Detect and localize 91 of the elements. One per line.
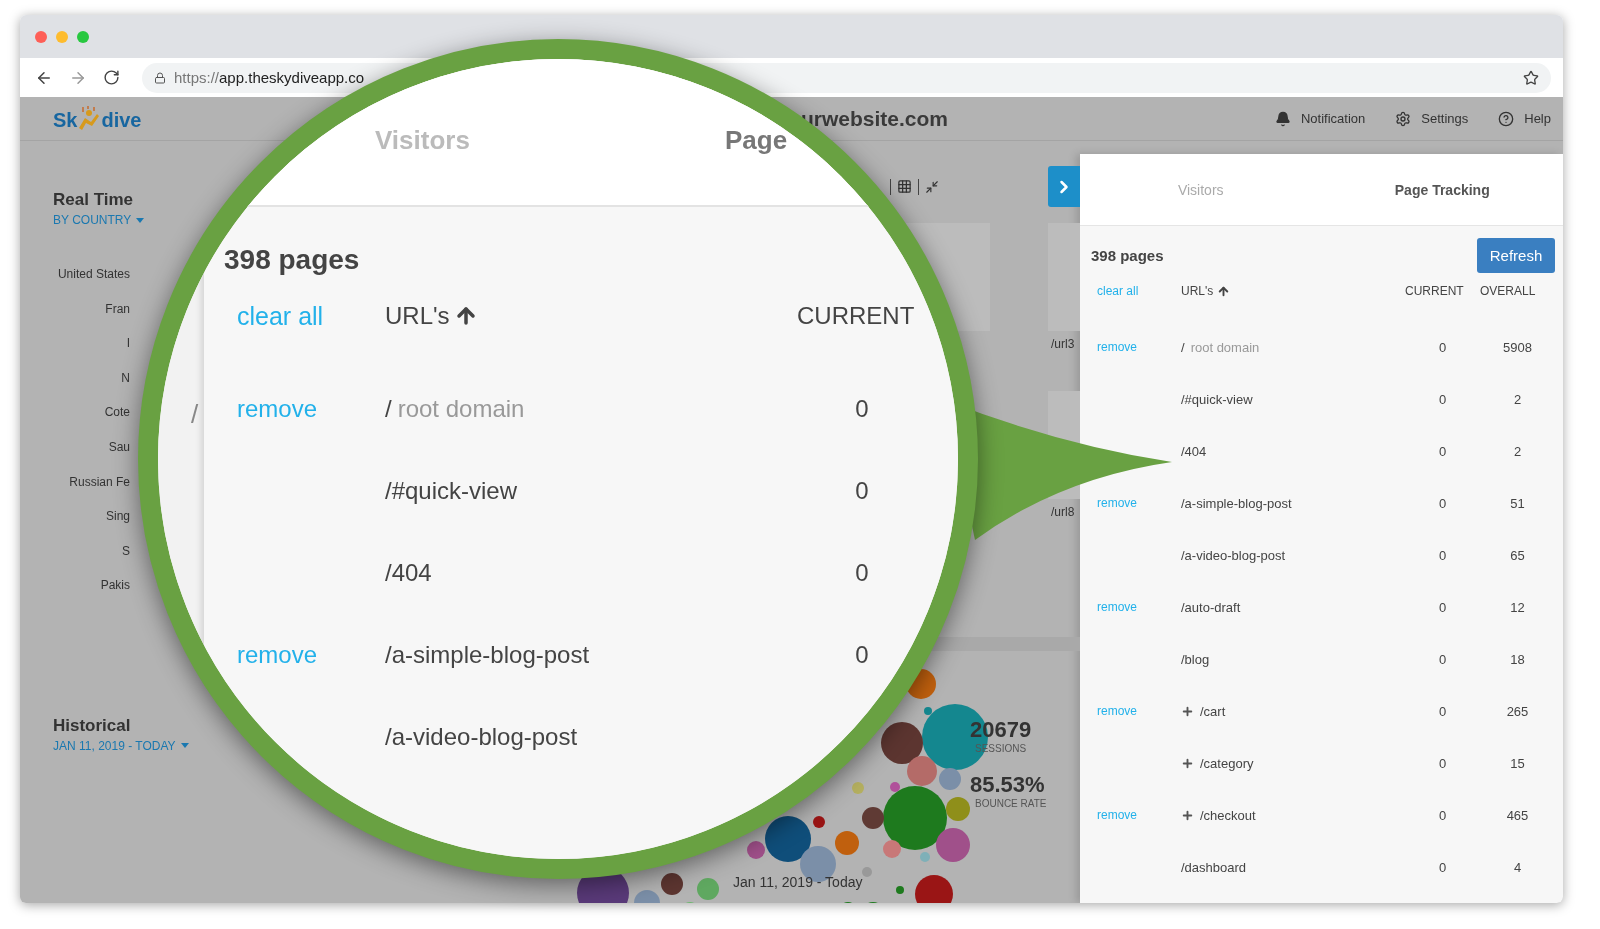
- overall-count: 2: [1512, 391, 1523, 407]
- url-text: /404: [1181, 443, 1207, 459]
- current-count: 0: [854, 477, 870, 505]
- url-note: root domain: [1190, 339, 1260, 355]
- url-text: /404: [385, 559, 432, 587]
- remove-link[interactable]: remove: [1097, 340, 1137, 354]
- url-text: /checkout: [1200, 807, 1256, 823]
- current-count: 0: [854, 395, 870, 423]
- overall-count: 18: [1509, 651, 1526, 667]
- column-header: OVERALL: [1480, 284, 1537, 298]
- current-count: 0: [854, 641, 870, 669]
- remove-link[interactable]: remove: [1097, 704, 1137, 718]
- page-count: 398 pages: [1091, 247, 1164, 264]
- nav-link[interactable]: Notification: [1274, 110, 1366, 127]
- column-header[interactable]: URL's: [385, 302, 797, 330]
- overall-count: 465: [1505, 807, 1530, 823]
- url-text: /category: [1200, 755, 1254, 771]
- url-text: /#quick-view: [385, 477, 518, 505]
- url-note: root domain: [397, 395, 525, 423]
- url-text: /: [385, 395, 392, 423]
- overall-count: 65: [1509, 547, 1526, 563]
- panel-tab[interactable]: Page Tracking: [1394, 175, 1490, 204]
- column-header[interactable]: URL's: [1181, 284, 1405, 298]
- url-text: /dashboard: [1181, 859, 1247, 875]
- page-count: 398 pages: [224, 244, 361, 276]
- country-label: Russian Fe: [68, 473, 130, 491]
- url-text: /a-video-blog-post: [385, 723, 578, 751]
- current-count: 0: [1437, 547, 1448, 563]
- url-caption: /url3: [1051, 337, 1076, 351]
- clear-all-link[interactable]: clear all: [1097, 284, 1139, 298]
- remove-link[interactable]: remove: [237, 395, 318, 423]
- overall-count: 15: [1509, 755, 1526, 771]
- url-text: /a-simple-blog-post: [385, 641, 590, 669]
- date-range-dropdown[interactable]: JAN 11, 2019 - TODAY: [53, 738, 189, 753]
- current-count: 0: [1437, 391, 1448, 407]
- url-caption: /url8: [1051, 505, 1076, 519]
- url-text: /blog: [1181, 651, 1210, 667]
- logo-text: Sk: [53, 108, 78, 132]
- country-label: I: [125, 335, 130, 353]
- url-text: /a-video-blog-post: [1181, 547, 1286, 563]
- site-title: urwebsite.com: [801, 106, 949, 131]
- chart-date-range: Jan 11, 2019 - Today: [733, 874, 863, 890]
- url-text: /auto-draft: [1181, 599, 1241, 615]
- url-text: /cart: [1200, 703, 1226, 719]
- filter-dropdown[interactable]: BY COUNTRY: [53, 213, 145, 227]
- overall-count: 4: [1512, 859, 1523, 875]
- clear-all-link[interactable]: clear all: [237, 301, 324, 331]
- url-fragment: /: [191, 399, 200, 430]
- overall-count: 12: [1509, 599, 1526, 615]
- column-header: CURRENT: [1405, 284, 1465, 298]
- current-count: 0: [1437, 495, 1448, 511]
- country-label: Fran: [104, 300, 130, 318]
- country-label: Sing: [104, 508, 130, 526]
- nav-link[interactable]: Help: [1498, 110, 1551, 127]
- panel-tab[interactable]: Visitors: [375, 125, 470, 156]
- overall-count: 5908: [1502, 339, 1533, 355]
- overall-count: 2: [1512, 443, 1523, 459]
- url-text: /: [1181, 339, 1185, 355]
- country-label: N: [120, 369, 130, 387]
- remove-link[interactable]: remove: [1097, 808, 1137, 822]
- country-label: S: [121, 542, 130, 560]
- country-label: Sau: [107, 438, 130, 456]
- overall-count: 265: [1505, 703, 1530, 719]
- section-title: Historical: [53, 715, 132, 736]
- remove-link[interactable]: remove: [237, 641, 318, 669]
- remove-link[interactable]: remove: [1097, 496, 1137, 510]
- country-label: United States: [56, 266, 130, 283]
- stat-label: BOUNCE RATE: [975, 798, 1047, 809]
- country-label: Cote: [103, 404, 130, 422]
- current-count: 0: [1437, 859, 1448, 875]
- overall-count: 51: [1509, 495, 1526, 511]
- nav-link[interactable]: Settings: [1395, 110, 1469, 127]
- current-count: 0: [1437, 807, 1448, 823]
- current-count: 0: [1437, 651, 1448, 667]
- url-text: /#quick-view: [1181, 391, 1253, 407]
- section-title: Real Time: [53, 190, 134, 210]
- country-label: Pakis: [99, 577, 130, 595]
- column-header: CURRENT: [797, 302, 916, 330]
- current-count: 0: [1437, 703, 1448, 719]
- current-count: 0: [854, 559, 870, 587]
- current-count: 0: [1437, 339, 1448, 355]
- current-count: 0: [1437, 599, 1448, 615]
- remove-link[interactable]: remove: [1097, 600, 1137, 614]
- url-text: /a-simple-blog-post: [1181, 495, 1292, 511]
- current-count: 0: [1437, 443, 1448, 459]
- panel-tab[interactable]: Page: [725, 125, 788, 156]
- logo-text: dive: [101, 108, 142, 132]
- refresh-button[interactable]: Refresh: [1477, 238, 1555, 273]
- stat-value: 85.53%: [970, 772, 1045, 798]
- current-count: 0: [1437, 755, 1448, 771]
- panel-tab[interactable]: Visitors: [1177, 175, 1224, 204]
